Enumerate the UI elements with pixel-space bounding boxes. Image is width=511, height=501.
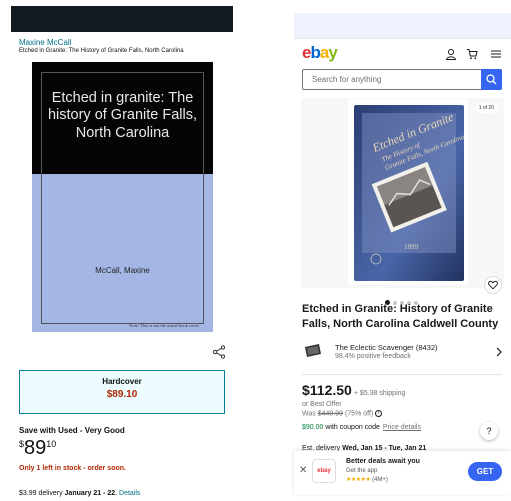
delivery-details-link[interactable]: Details: [119, 490, 140, 497]
ebay-header: ebay: [294, 38, 511, 66]
buy-price: $8910: [19, 437, 56, 459]
price-details-link[interactable]: Price details: [383, 424, 421, 431]
seller-name: The Eclectic Scavenger (8432): [335, 343, 438, 352]
seller-avatar: [304, 344, 322, 358]
price-row: $112.50 + $5.38 shipping: [302, 382, 405, 400]
logo-letter-y: y: [328, 43, 338, 62]
share-icon[interactable]: [212, 345, 226, 359]
price-symbol: $: [19, 439, 25, 449]
used-condition-label: Save with Used - Very Good: [19, 426, 125, 435]
help-button[interactable]: ?: [480, 422, 498, 440]
close-icon[interactable]: ✕: [299, 465, 307, 476]
divider: [302, 374, 502, 375]
amazon-panel: Maxine McCall Etched in Granite: The His…: [0, 0, 250, 501]
status-bar: [294, 13, 511, 38]
stock-status: Only 1 left in stock - order soon.: [19, 465, 126, 472]
seller-row[interactable]: The Eclectic Scavenger (8432) 98.4% posi…: [302, 340, 507, 370]
was-price: Was $449.99 (75% off) i: [302, 410, 383, 418]
price-whole: 89: [24, 437, 47, 459]
svg-text:1899: 1899: [404, 243, 419, 251]
search-button[interactable]: [481, 69, 502, 90]
rating-count: (4M+): [372, 477, 388, 483]
ebay-app-icon: ebay: [312, 459, 336, 483]
delivery-prefix: $3.99 delivery: [19, 490, 65, 497]
banner-rating: ★★★★★ (4M+): [346, 476, 388, 483]
was-old-price: $449.99: [317, 410, 343, 418]
was-discount: (75% off): [343, 410, 376, 418]
format-label: Hardcover: [102, 377, 142, 386]
app-icon-text: ebay: [317, 468, 331, 474]
price-fraction: 10: [46, 439, 57, 449]
heart-icon: [488, 280, 498, 290]
book-cover-image[interactable]: Etched in granite: The history of Granit…: [32, 62, 213, 332]
menu-icon[interactable]: [490, 47, 502, 59]
watch-heart-button[interactable]: [484, 276, 502, 294]
author-link[interactable]: Maxine McCall: [19, 38, 71, 47]
account-icon[interactable]: [445, 47, 457, 60]
app-promo-banner: ✕ ebay Better deals await you Get the ap…: [294, 451, 511, 495]
listing-price: $112.50: [302, 382, 352, 398]
info-icon[interactable]: i: [375, 410, 383, 417]
banner-subtitle: Get the app: [346, 468, 378, 474]
coupon-text: with coupon code: [323, 424, 380, 431]
amazon-header-bar: [11, 6, 233, 32]
seller-feedback: 98.4% positive feedback: [335, 353, 411, 360]
format-price: $89.10: [106, 389, 138, 400]
cover-title: Etched in granite: The history of Granit…: [47, 90, 198, 141]
cover-author: McCall, Maxine: [95, 266, 150, 275]
delivery-info: $3.99 delivery January 21 - 22. Details: [19, 490, 140, 497]
image-counter: 1 of 20: [474, 103, 498, 113]
search-placeholder: Search for anything: [312, 75, 382, 84]
book-photo: Etched in Granite The History of Granite…: [348, 99, 468, 285]
cover-note: Note: This is not the actual book cover: [129, 323, 199, 328]
image-gallery[interactable]: Etched in Granite The History of Granite…: [301, 98, 504, 288]
logo-letter-b: b: [310, 43, 320, 62]
chevron-right-icon: [495, 347, 503, 360]
was-prefix: Was: [302, 410, 318, 418]
best-offer-label: or Best Offer: [302, 401, 342, 408]
format-option-hardcover[interactable]: Hardcover $89.10: [19, 370, 225, 414]
ebay-panel: ebay Search for anything Etched in Grani…: [294, 0, 511, 501]
shipping-cost: + $5.38 shipping: [353, 390, 406, 397]
cart-icon[interactable]: [466, 47, 478, 60]
coupon-amount: $90.00: [302, 424, 324, 431]
search-input[interactable]: Search for anything: [302, 69, 502, 90]
search-icon: [486, 74, 497, 85]
get-app-button[interactable]: GET: [468, 462, 502, 481]
coupon-row: $90.00 with coupon code Price details: [302, 424, 421, 431]
banner-title: Better deals await you: [346, 458, 420, 465]
star-rating-icon: ★★★★★: [346, 477, 371, 483]
ebay-logo[interactable]: ebay: [302, 43, 338, 63]
product-subtitle: Etched in Granite: The History of Granit…: [19, 48, 184, 54]
listing-title: Etched in Granite: History of Granite Fa…: [302, 303, 499, 330]
delivery-dates: January 21 - 22: [64, 490, 116, 497]
